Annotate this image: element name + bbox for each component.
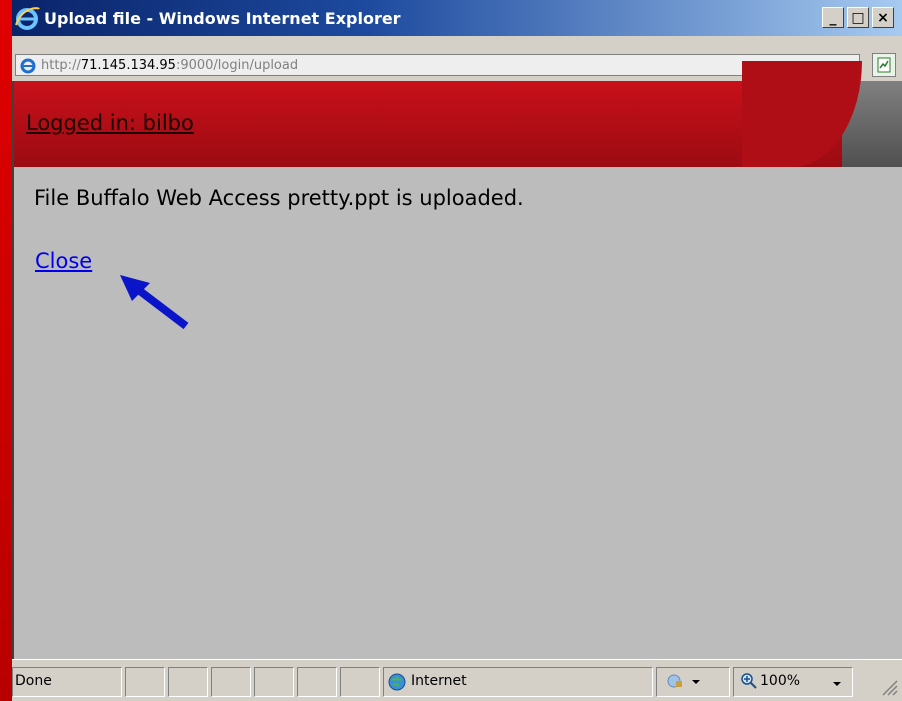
- globe-icon: [388, 673, 406, 695]
- status-bar: Done Internet 100%: [12, 659, 902, 701]
- status-cell: [168, 667, 208, 697]
- window-title: Upload file - Windows Internet Explorer: [44, 8, 401, 28]
- status-cell: [125, 667, 165, 697]
- close-window-button[interactable]: ×: [872, 7, 894, 28]
- zone-label: Internet: [411, 673, 467, 689]
- status-cell: [297, 667, 337, 697]
- pointer-arrow-icon: [120, 275, 189, 330]
- maximize-button[interactable]: □: [847, 7, 869, 28]
- ie-page-icon: [20, 57, 37, 74]
- status-cell: [211, 667, 251, 697]
- title-bar[interactable]: Upload file - Windows Internet Explorer …: [12, 0, 902, 36]
- close-icon: ×: [877, 9, 889, 26]
- minimize-icon: _: [829, 9, 837, 26]
- zoom-level: 100%: [760, 673, 801, 689]
- protected-mode-icon: [666, 672, 702, 694]
- url-host: 71.145.134.95: [80, 57, 176, 73]
- address-url: http://71.145.134.95:9000/login/upload: [41, 58, 298, 73]
- url-scheme: http://: [41, 57, 81, 73]
- resize-grip-icon[interactable]: [878, 676, 898, 700]
- browser-window: Upload file - Windows Internet Explorer …: [12, 0, 902, 701]
- status-cell: [340, 667, 380, 697]
- maximize-icon: □: [851, 9, 865, 26]
- status-text: Done: [15, 673, 52, 689]
- upload-message: File Buffalo Web Access pretty.ppt is up…: [34, 186, 524, 210]
- url-path: :9000/login/upload: [175, 57, 299, 73]
- header-banner: Logged in: bilbo: [14, 61, 902, 167]
- minimize-button[interactable]: _: [822, 7, 844, 28]
- window-controls: _ □ ×: [822, 7, 894, 28]
- close-link[interactable]: Close: [35, 249, 92, 273]
- zoom-icon: [740, 672, 758, 694]
- page-content: Logged in: bilbo File Buffalo Web Access…: [12, 61, 902, 659]
- chevron-down-icon[interactable]: [832, 674, 842, 693]
- internet-explorer-icon: [14, 5, 40, 31]
- status-cell: [254, 667, 294, 697]
- page-status-icon[interactable]: [872, 53, 896, 77]
- address-field[interactable]: http://71.145.134.95:9000/login/upload: [15, 54, 860, 76]
- logged-in-link[interactable]: Logged in: bilbo: [26, 111, 194, 135]
